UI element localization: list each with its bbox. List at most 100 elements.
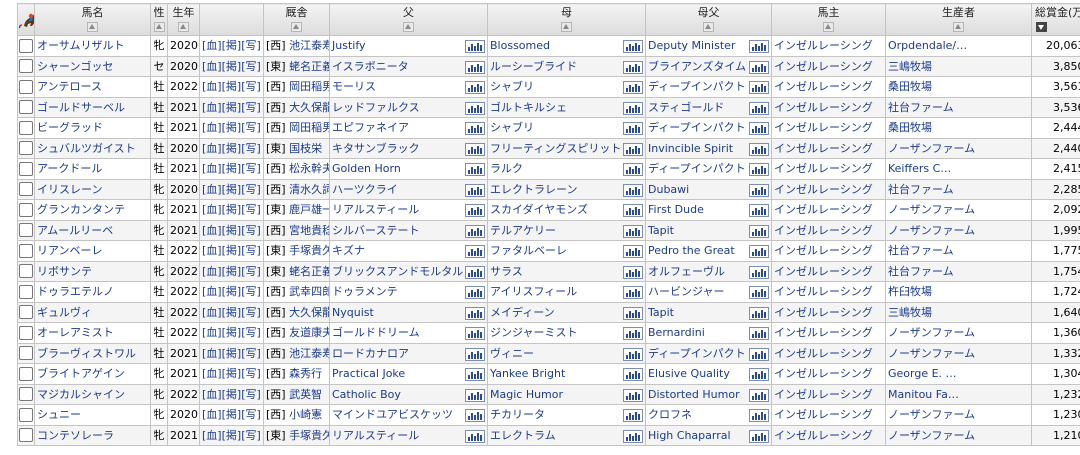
sort-up-icon[interactable]	[823, 22, 834, 32]
photo-link[interactable]: [写]	[241, 39, 261, 52]
row-checkbox[interactable]	[19, 428, 33, 443]
dam-link[interactable]: テルアケリー	[490, 224, 556, 237]
photo-link[interactable]: [写]	[241, 80, 261, 93]
chart-icon[interactable]	[749, 347, 769, 361]
sire-link[interactable]: ゴールドドリーム	[332, 326, 420, 339]
column-header-name[interactable]: 馬名	[34, 3, 151, 36]
chart-icon[interactable]	[465, 163, 485, 176]
owner-link[interactable]: インゼルレーシング	[774, 121, 873, 134]
breeder-link[interactable]: ノーザンファーム	[888, 203, 975, 216]
trainer-link[interactable]: 友道康夫	[289, 326, 328, 339]
chart-icon[interactable]	[749, 163, 769, 176]
dam-link[interactable]: チカリータ	[490, 408, 545, 421]
chart-icon[interactable]	[749, 122, 769, 135]
owner-link[interactable]: インゼルレーシング	[774, 265, 873, 278]
photo-link[interactable]: [写]	[241, 142, 261, 155]
chart-icon[interactable]	[465, 368, 485, 381]
owner-link[interactable]: インゼルレーシング	[774, 429, 873, 442]
chart-icon[interactable]	[623, 122, 643, 135]
chart-icon[interactable]	[623, 265, 643, 279]
blood-link[interactable]: [血]	[202, 429, 222, 442]
photo-link[interactable]: [写]	[241, 285, 261, 298]
blood-link[interactable]: [血]	[202, 367, 222, 380]
breeder-link[interactable]: ノーザンファーム	[888, 347, 975, 360]
blood-link[interactable]: [血]	[202, 306, 222, 319]
horse-name-link[interactable]: ギュルヴィ	[37, 306, 92, 319]
sire-link[interactable]: イスラボニータ	[332, 60, 409, 73]
chart-icon[interactable]	[623, 60, 643, 74]
owner-link[interactable]: インゼルレーシング	[774, 60, 873, 73]
dam-link[interactable]: サラス	[490, 265, 523, 278]
dam-link[interactable]: エレクトラレーン	[490, 183, 577, 196]
breeder-link[interactable]: 三嶋牧場	[888, 60, 932, 73]
blood-link[interactable]: [血]	[202, 244, 222, 257]
dam-link[interactable]: フリーティングスピリット	[490, 142, 621, 155]
chart-icon[interactable]	[623, 101, 643, 115]
chart-icon[interactable]	[465, 265, 485, 279]
chart-icon[interactable]	[749, 409, 769, 422]
chart-icon[interactable]	[465, 60, 485, 74]
row-checkbox[interactable]	[19, 141, 33, 156]
column-header-dam[interactable]: 母	[487, 3, 646, 36]
board-link[interactable]: [掲]	[222, 60, 242, 73]
chart-icon[interactable]	[623, 204, 643, 217]
blood-link[interactable]: [血]	[202, 285, 222, 298]
breeder-link[interactable]: ノーザンファーム	[888, 408, 975, 421]
horse-name-link[interactable]: リボサンテ	[37, 265, 92, 278]
row-checkbox[interactable]	[19, 284, 33, 299]
dam-link[interactable]: メイディーン	[490, 306, 555, 319]
blood-link[interactable]: [血]	[202, 203, 222, 216]
sire-link[interactable]: マインドユアビスケッツ	[332, 408, 453, 421]
trainer-link[interactable]: 鹿戸雄一	[289, 203, 328, 216]
damsire-link[interactable]: ブライアンズタイム	[648, 60, 746, 73]
photo-link[interactable]: [写]	[241, 183, 261, 196]
damsire-link[interactable]: ディープインパクト	[648, 121, 746, 134]
row-checkbox[interactable]	[19, 182, 33, 197]
photo-link[interactable]: [写]	[241, 326, 261, 339]
blood-link[interactable]: [血]	[202, 80, 222, 93]
damsire-link[interactable]: Distorted Humor	[648, 388, 740, 401]
row-checkbox[interactable]	[19, 100, 33, 115]
chart-icon[interactable]	[465, 81, 485, 94]
chart-icon[interactable]	[465, 306, 485, 320]
dam-link[interactable]: ゴルトキルシェ	[490, 101, 567, 114]
owner-link[interactable]: インゼルレーシング	[774, 224, 873, 237]
trainer-link[interactable]: 手塚貴久	[289, 244, 328, 257]
dam-link[interactable]: ヴィニー	[490, 347, 534, 360]
chart-icon[interactable]	[465, 142, 485, 156]
sire-link[interactable]: シルバーステート	[332, 224, 419, 237]
horse-name-link[interactable]: ビーグラッド	[37, 121, 103, 134]
chart-icon[interactable]	[623, 142, 643, 156]
board-link[interactable]: [掲]	[222, 388, 242, 401]
sire-link[interactable]: ロードカナロア	[332, 347, 409, 360]
trainer-link[interactable]: 清水久詞	[289, 183, 328, 196]
dam-link[interactable]: シャブリ	[490, 121, 534, 134]
blood-link[interactable]: [血]	[202, 347, 222, 360]
dam-link[interactable]: ラルク	[490, 162, 523, 175]
blood-link[interactable]: [血]	[202, 39, 222, 52]
breeder-link[interactable]: 桑田牧場	[888, 80, 932, 93]
column-header-breeder[interactable]: 生産者	[885, 3, 1032, 36]
row-checkbox[interactable]	[19, 223, 33, 238]
trainer-link[interactable]: 池江泰寿	[289, 347, 328, 360]
row-checkbox[interactable]	[19, 243, 33, 258]
trainer-link[interactable]: 国枝栄	[289, 142, 322, 155]
blood-link[interactable]: [血]	[202, 121, 222, 134]
sire-link[interactable]: モーリス	[332, 80, 376, 93]
photo-link[interactable]: [写]	[241, 224, 261, 237]
horse-name-link[interactable]: ブライトアゲイン	[37, 367, 125, 380]
sire-link[interactable]: Catholic Boy	[332, 388, 401, 401]
sire-link[interactable]: Nyquist	[332, 306, 374, 319]
chart-icon[interactable]	[465, 101, 485, 115]
column-header-damsire[interactable]: 母父	[645, 3, 772, 36]
horse-name-link[interactable]: アンテロース	[37, 80, 102, 93]
chart-icon[interactable]	[623, 429, 643, 443]
column-header-year[interactable]: 生年	[167, 3, 200, 36]
damsire-link[interactable]: ハービンジャー	[648, 285, 724, 298]
trainer-link[interactable]: 宮地貴稔	[289, 224, 328, 237]
chart-icon[interactable]	[749, 265, 769, 279]
horse-name-link[interactable]: イリスレーン	[37, 183, 102, 196]
board-link[interactable]: [掲]	[222, 429, 242, 442]
chart-icon[interactable]	[623, 81, 643, 94]
damsire-link[interactable]: Tapit	[648, 224, 674, 237]
